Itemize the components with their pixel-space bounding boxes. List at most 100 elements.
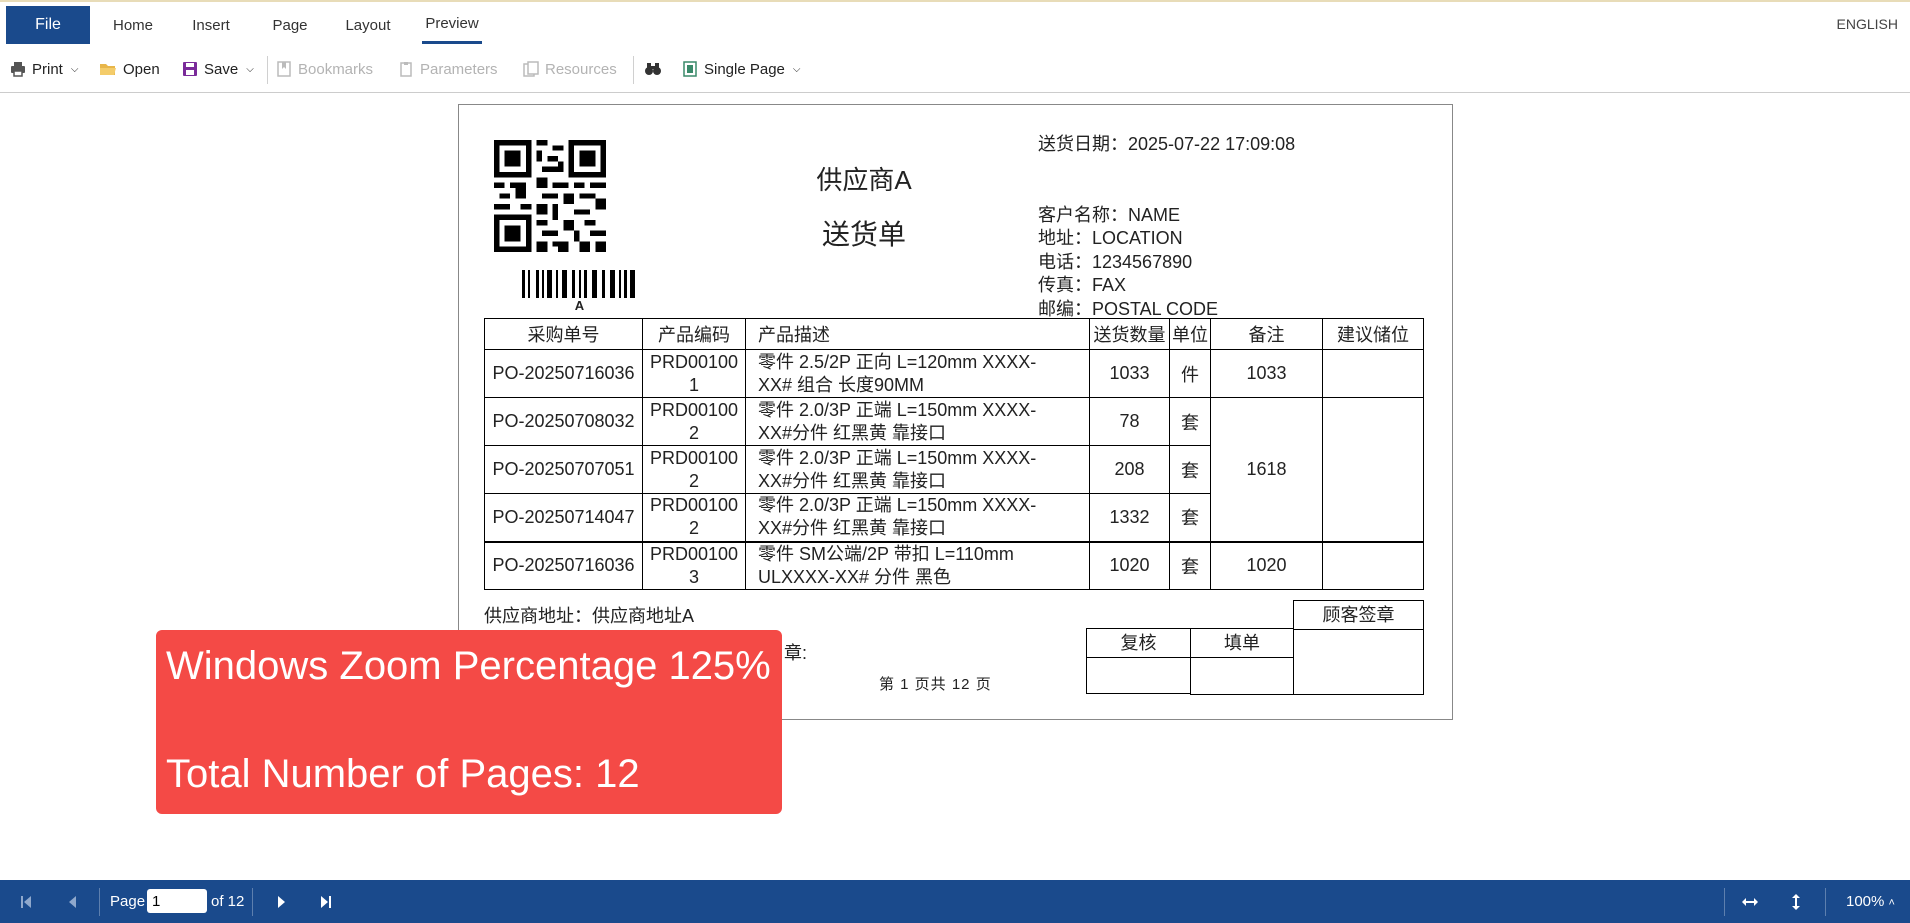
resources-button[interactable]: Resources: [523, 58, 617, 80]
cell-unit: 套: [1169, 445, 1211, 494]
page-view-icon: [682, 61, 698, 77]
header-location: 建议储位: [1322, 318, 1424, 350]
document-title: 送货单: [821, 219, 906, 250]
cell-desc: 零件 2.5/2P 正向 L=120mm XXXX- XX# 组合 长度90MM: [745, 349, 1090, 398]
header-qty: 送货数量: [1089, 318, 1170, 350]
cell-location: [1322, 397, 1424, 542]
tab-preview[interactable]: Preview: [422, 6, 482, 44]
cell-desc-line2: XX#分件 红黑黄 靠接口: [758, 470, 947, 491]
cell-desc: 零件 2.0/3P 正端 L=150mm XXXX- XX#分件 红黑黄 靠接口: [745, 493, 1090, 542]
header-unit: 单位: [1169, 318, 1211, 350]
cell-desc: 零件 2.0/3P 正端 L=150mm XXXX- XX#分件 红黑黄 靠接口: [745, 397, 1090, 446]
documents-icon: [523, 61, 539, 77]
chevron-down-icon: ⌵: [70, 63, 79, 75]
single-page-button[interactable]: Single Page ⌵: [682, 58, 801, 80]
tab-insert[interactable]: Insert: [184, 6, 238, 44]
cell-code-line1: PRD00100: [649, 447, 739, 468]
toolbar-divider: [267, 56, 268, 84]
header-code: 产品编码: [642, 318, 746, 350]
cell-unit: 套: [1169, 493, 1211, 542]
bookmarks-button[interactable]: Bookmarks: [276, 58, 373, 80]
cell-remark: 1033: [1210, 349, 1323, 398]
language-selector[interactable]: ENGLISH: [1837, 16, 1898, 32]
cell-qty: 1033: [1089, 349, 1170, 398]
find-button[interactable]: [644, 58, 662, 80]
table-row: PO-20250716036 PRD00100 1 零件 2.5/2P 正向 L=…: [484, 349, 1424, 398]
supplier-name: 供应商A: [816, 165, 912, 195]
cell-remark: 1020: [1210, 541, 1323, 590]
toolbar-divider: [633, 56, 634, 84]
total-pages-text: Total Number of Pages: 12: [166, 752, 640, 796]
customer-fax: 传真：FAX: [1038, 275, 1127, 295]
toolbar: Print ⌵ Open Save ⌵ Bookmarks Parameters R…: [0, 48, 1910, 93]
cell-qty: 1332: [1089, 493, 1170, 542]
cell-desc-line2: ULXXXX-XX# 分件 黑色: [758, 566, 952, 587]
tab-layout[interactable]: Layout: [338, 6, 398, 44]
folder-icon: [99, 61, 117, 77]
chevron-down-icon: ⌵: [246, 63, 254, 75]
zoom-level-value: 100%: [1846, 893, 1885, 910]
printer-icon: [10, 61, 26, 77]
save-button[interactable]: Save ⌵: [182, 58, 254, 80]
parameters-button[interactable]: Parameters: [398, 58, 498, 80]
page-count-label: of 12: [211, 893, 245, 910]
previous-page-icon[interactable]: [62, 892, 82, 912]
chevron-up-icon: ˄: [1888, 897, 1895, 909]
cell-code-line2: 3: [688, 566, 699, 587]
first-page-icon[interactable]: [16, 892, 36, 912]
fill-box: [1190, 657, 1294, 695]
cell-po: PO-20250714047: [484, 493, 643, 542]
parameters-label: Parameters: [420, 60, 498, 78]
cell-qty: 208: [1089, 445, 1170, 494]
cell-code: PRD00100 2: [642, 397, 746, 446]
cell-po: PO-20250707051: [484, 445, 643, 494]
barcode-text: A: [574, 298, 585, 313]
last-page-icon[interactable]: [316, 892, 336, 912]
cell-desc-line1: 零件 SM公端/2P 带扣 L=110mm: [758, 543, 1014, 564]
delivery-date: 送货日期：2025-07-22 17:09:08: [1038, 134, 1296, 154]
next-page-icon[interactable]: [272, 892, 292, 912]
fit-width-icon[interactable]: [1739, 892, 1761, 912]
cell-desc-line1: 零件 2.0/3P 正端 L=150mm XXXX-: [758, 495, 1037, 516]
report-page: A 供应商A 送货单 送货日期：2025-07-22 17:09:08 客户名称…: [458, 104, 1453, 720]
delivery-table: 采购单号 产品编码 产品描述 送货数量 单位 备注 建议储位 PO-202507…: [484, 318, 1424, 590]
table-header: 采购单号 产品编码 产品描述 送货数量 单位 备注 建议储位: [484, 318, 1424, 350]
print-button[interactable]: Print ⌵: [10, 58, 78, 80]
cell-code: PRD00100 2: [642, 445, 746, 494]
page-footer: 第 1 页共 12 页: [879, 676, 992, 693]
single-page-label: Single Page: [704, 60, 785, 78]
tab-home[interactable]: Home: [104, 6, 162, 44]
cell-unit: 套: [1169, 397, 1211, 446]
bookmark-icon: [276, 61, 292, 77]
cell-desc: 零件 2.0/3P 正端 L=150mm XXXX- XX#分件 红黑黄 靠接口: [745, 445, 1090, 494]
file-button[interactable]: File: [6, 6, 90, 44]
cell-code: PRD00100 3: [642, 541, 746, 590]
cell-desc-line2: XX#分件 红黑黄 靠接口: [758, 518, 947, 539]
review-header: 复核: [1086, 628, 1191, 658]
tab-page[interactable]: Page: [264, 6, 316, 44]
nav-divider: [99, 888, 100, 916]
zoom-level-dropdown[interactable]: 100% ˄: [1846, 893, 1895, 910]
page-label: Page: [110, 893, 146, 910]
clipboard-icon: [398, 61, 414, 77]
nav-divider: [1724, 888, 1725, 916]
header-po: 采购单号: [484, 318, 643, 350]
cell-code-line2: 1: [688, 374, 699, 395]
floppy-disk-icon: [182, 61, 198, 77]
customer-seal-header: 顾客签章: [1293, 600, 1424, 630]
save-label: Save: [204, 60, 239, 78]
cell-code: PRD00100 2: [642, 493, 746, 542]
binoculars-icon: [644, 61, 662, 77]
zoom-percentage-text: Windows Zoom Percentage 125%: [166, 644, 771, 688]
open-button[interactable]: Open: [99, 58, 160, 80]
cell-remark: 1618: [1210, 397, 1323, 542]
cell-qty: 1020: [1089, 541, 1170, 590]
fit-height-icon[interactable]: [1786, 892, 1806, 912]
header-remark: 备注: [1210, 318, 1323, 350]
table-row: PO-20250708032 PRD00100 2 零件 2.0/3P 正端 L=…: [484, 397, 1424, 542]
seal-label: 章:: [784, 643, 808, 663]
cell-desc-line1: 零件 2.0/3P 正端 L=150mm XXXX-: [758, 447, 1037, 468]
fill-header: 填单: [1190, 628, 1294, 658]
page-number-input[interactable]: [147, 889, 207, 913]
cell-code-line2: 2: [688, 470, 699, 491]
